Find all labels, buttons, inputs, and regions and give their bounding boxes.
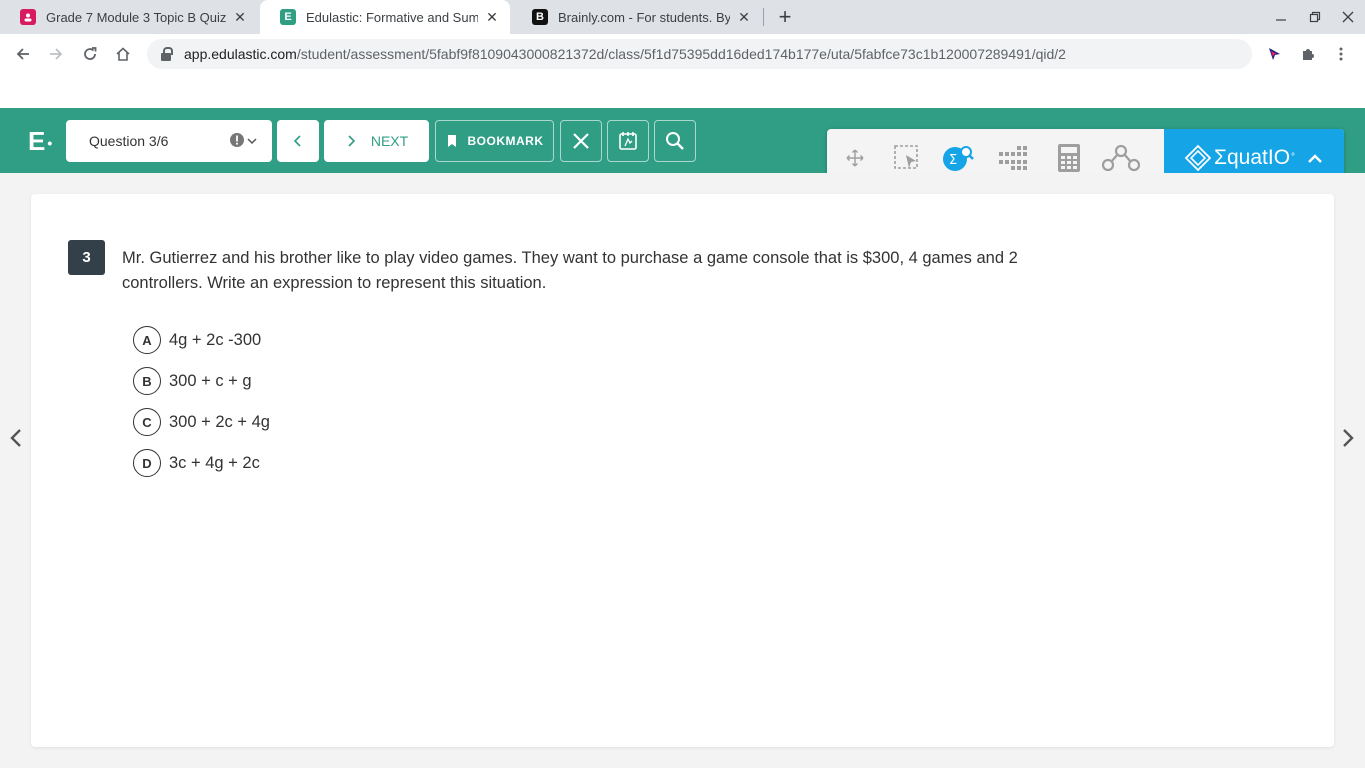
tab-title: Edulastic: Formative and Summa — [306, 9, 478, 25]
restore-icon[interactable] — [1298, 0, 1332, 34]
lock-icon — [161, 47, 173, 61]
back-arrow-icon[interactable] — [9, 40, 37, 68]
bookmark-button[interactable]: BOOKMARK — [435, 120, 554, 162]
scratchpad-button[interactable] — [607, 120, 649, 162]
chevron-left-icon — [10, 429, 21, 447]
chevron-up-icon — [1308, 153, 1322, 163]
tab-edulastic[interactable]: E Edulastic: Formative and Summa ✕ — [260, 0, 510, 34]
equatio-brand-label: ΣquatIO — [1214, 145, 1291, 169]
option-text: 300 + c + g — [169, 371, 252, 390]
tab-title: Grade 7 Module 3 Topic B Quiz - I — [46, 9, 226, 25]
answer-option-c[interactable]: C 300 + 2c + 4g — [133, 408, 270, 436]
close-tab-icon[interactable]: ✕ — [484, 9, 500, 25]
svg-text:Σ: Σ — [949, 153, 957, 168]
tab-title: Brainly.com - For students. By stu — [558, 9, 730, 25]
close-window-icon[interactable] — [1331, 0, 1365, 34]
answer-option-d[interactable]: D 3c + 4g + 2c — [133, 449, 260, 477]
tab-divider — [763, 8, 764, 26]
address-bar[interactable]: app.edulastic.com/student/assessment/5fa… — [147, 39, 1252, 69]
next-button[interactable]: NEXT — [324, 120, 429, 162]
browser-toolbar: app.edulastic.com/student/assessment/5fa… — [0, 34, 1365, 74]
home-icon[interactable] — [109, 40, 137, 68]
answer-option-a[interactable]: A 4g + 2c -300 — [133, 326, 261, 354]
option-letter: A — [133, 326, 161, 354]
option-text: 3c + 4g + 2c — [169, 453, 260, 472]
next-label: NEXT — [370, 133, 409, 149]
extensions-puzzle-icon[interactable] — [1295, 41, 1321, 67]
bookmark-icon — [447, 135, 456, 147]
previous-question-arrow[interactable] — [6, 426, 26, 450]
url-path: /student/assessment/5fabf9f8109043000821… — [296, 46, 1066, 62]
option-letter: C — [133, 408, 161, 436]
cursor-extension-icon[interactable] — [1261, 41, 1287, 67]
new-tab-button[interactable]: + — [773, 4, 797, 29]
option-letter: B — [133, 367, 161, 395]
logo-letter: E — [28, 126, 46, 156]
option-text: 4g + 2c -300 — [169, 330, 262, 349]
magnifier-icon — [666, 132, 684, 150]
chevron-down-icon[interactable] — [246, 134, 258, 152]
tab-brainly[interactable]: B Brainly.com - For students. By stu ✕ — [512, 0, 762, 34]
scratchpad-icon — [619, 132, 637, 150]
equatio-logo-icon — [1184, 144, 1212, 171]
close-tab-icon[interactable]: ✕ — [232, 9, 248, 25]
answer-option-b[interactable]: B 300 + c + g — [133, 367, 252, 395]
close-tab-icon[interactable]: ✕ — [736, 9, 752, 25]
minimize-icon[interactable] — [1264, 0, 1298, 34]
option-text: 300 + 2c + 4g — [169, 412, 270, 431]
browser-tab-strip: Grade 7 Module 3 Topic B Quiz - I ✕ E Ed… — [0, 0, 1365, 34]
bookmark-label: BOOKMARK — [467, 134, 544, 148]
question-select-value: Question 3/6 — [89, 133, 169, 149]
zoom-button[interactable] — [654, 120, 696, 162]
chevron-right-icon — [348, 135, 355, 147]
forward-arrow-icon[interactable] — [42, 40, 70, 68]
url-host: app.edulastic.com — [184, 46, 297, 62]
chevron-right-icon — [1343, 429, 1354, 447]
chevron-left-icon — [293, 135, 301, 147]
reload-icon[interactable] — [76, 40, 104, 68]
tab-quiz[interactable]: Grade 7 Module 3 Topic B Quiz - I ✕ — [0, 0, 258, 34]
close-icon — [573, 133, 589, 149]
brainly-favicon-icon: B — [532, 9, 548, 25]
next-question-arrow[interactable] — [1338, 426, 1358, 450]
edulastic-logo: E • — [28, 126, 53, 156]
question-number-badge: 3 — [68, 240, 105, 275]
question-alert-icon — [229, 132, 245, 153]
previous-button[interactable] — [277, 120, 319, 162]
edulastic-favicon-icon: E — [280, 9, 296, 25]
question-stem: Mr. Gutierrez and his brother like to pl… — [122, 249, 1018, 292]
option-letter: D — [133, 449, 161, 477]
menu-dots-icon[interactable] — [1328, 41, 1354, 67]
eliminate-answer-button[interactable] — [560, 120, 602, 162]
classroom-favicon-icon — [20, 9, 36, 25]
